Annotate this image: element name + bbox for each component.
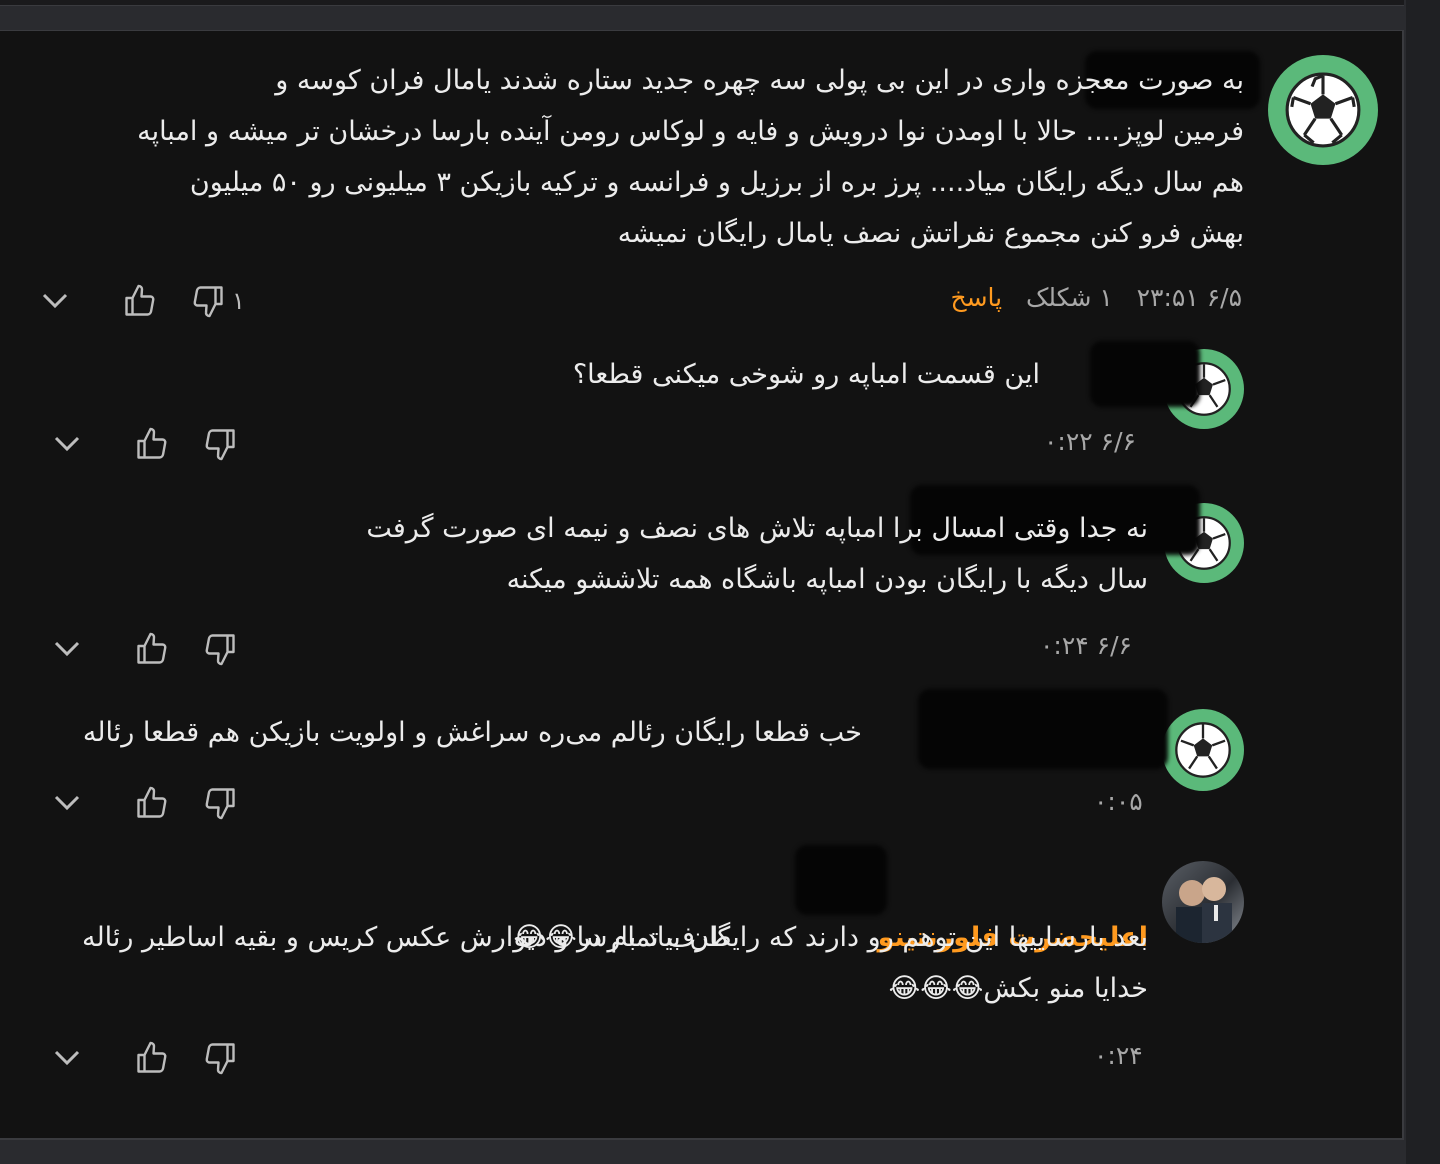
- timestamp: ۰:۰۵: [1094, 787, 1143, 816]
- reply-button[interactable]: پاسخ: [950, 283, 1002, 312]
- comment-text: خب قطعا رایگان رئالم می‌ره سراغش و اولوی…: [82, 717, 862, 748]
- comment-actions: [50, 424, 240, 464]
- comment-actions: ۱: [38, 281, 245, 321]
- dislike-icon[interactable]: [200, 1038, 240, 1078]
- comment-text: به صورت معجزه واری در این بی پولی سه چهر…: [137, 65, 1244, 249]
- dislike-icon[interactable]: [188, 281, 228, 321]
- user-avatar[interactable]: [1162, 861, 1244, 943]
- dislike-icon[interactable]: [200, 783, 240, 823]
- expand-chevron-icon[interactable]: [50, 629, 84, 669]
- like-icon[interactable]: [132, 783, 172, 823]
- comments-panel: به صورت معجزه واری در این بی پولی سه چهر…: [0, 30, 1404, 1140]
- timestamp: ۶/۶ ۰:۲۲: [1044, 427, 1136, 456]
- comment-text-rest: بعد بارساییها این توهم رو دارند که رایگا…: [513, 922, 1148, 1004]
- comment-text: نه جدا وقتی امسال برا امباپه تلاش های نص…: [366, 513, 1148, 595]
- expand-chevron-icon[interactable]: [38, 281, 72, 321]
- soccer-ball-icon[interactable]: [1268, 55, 1378, 165]
- reactions-count[interactable]: ۱ شکلک: [1026, 283, 1113, 312]
- like-icon[interactable]: [132, 1038, 172, 1078]
- comment-text: این قسمت امباپه رو شوخی میکنی قطعا؟: [572, 359, 1040, 390]
- comment-actions: [50, 1038, 240, 1078]
- timestamp: ۶/۵ ۲۳:۵۱: [1136, 283, 1242, 312]
- expand-chevron-icon[interactable]: [50, 1038, 84, 1078]
- soccer-ball-icon[interactable]: [1162, 709, 1244, 791]
- redacted-username: [1090, 341, 1200, 407]
- like-icon[interactable]: [120, 281, 160, 321]
- dislike-icon[interactable]: [200, 424, 240, 464]
- like-icon[interactable]: [132, 629, 172, 669]
- comment-actions: [50, 783, 240, 823]
- scrollbar-track[interactable]: [1406, 0, 1440, 1164]
- dislike-count: ۱: [232, 287, 245, 315]
- redacted-username: [918, 689, 1168, 769]
- top-edge: [0, 0, 1404, 6]
- dislike-icon[interactable]: [200, 629, 240, 669]
- like-icon[interactable]: [132, 424, 172, 464]
- expand-chevron-icon[interactable]: [50, 424, 84, 464]
- timestamp: ۶/۶ ۰:۲۴: [1040, 631, 1132, 660]
- comment-meta: ۶/۵ ۲۳:۵۱ ۱ شکلک پاسخ: [950, 283, 1242, 312]
- comment-actions: [50, 629, 240, 669]
- timestamp: ۰:۲۴: [1094, 1041, 1143, 1070]
- expand-chevron-icon[interactable]: [50, 783, 84, 823]
